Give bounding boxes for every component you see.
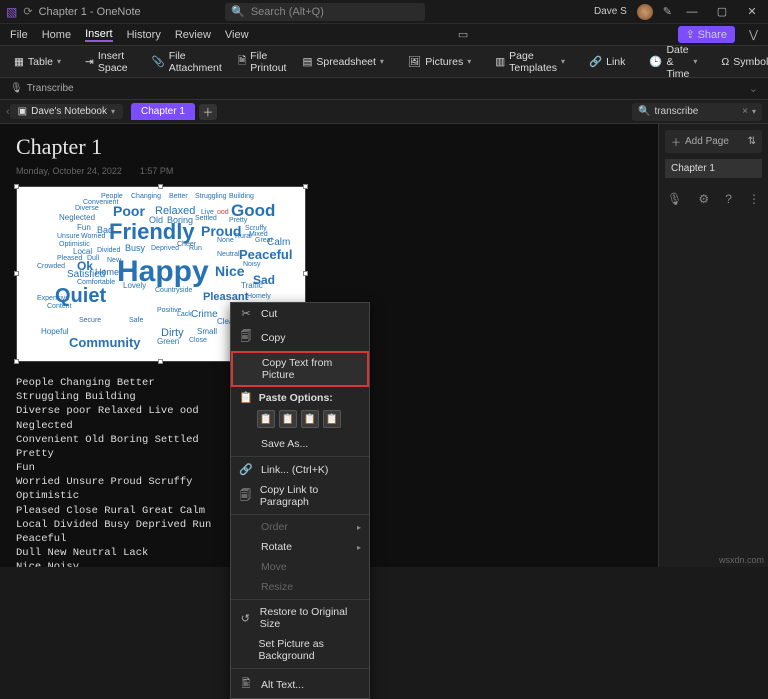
link-button[interactable]: 🔗 Link	[583, 52, 631, 71]
tabs-row: ‹ ▣ Dave's Notebook ▾ Chapter 1 ＋ 🔍 tran…	[0, 100, 768, 124]
page-date-row: Monday, October 24, 2022 1:57 PM	[16, 166, 642, 176]
add-section-button[interactable]: ＋	[199, 104, 217, 120]
expand-icon[interactable]: ⤢	[639, 8, 648, 21]
copy-icon: 🗐	[239, 328, 253, 347]
ctx-move[interactable]: Move	[231, 557, 369, 577]
sort-icon[interactable]: ⇅	[748, 136, 756, 147]
page-date: Monday, October 24, 2022	[16, 166, 122, 176]
share-icon: ⇪	[686, 29, 695, 41]
search-placeholder: Search (Alt+Q)	[251, 6, 324, 18]
gear-icon[interactable]: ⚙	[698, 192, 709, 206]
symbol-button[interactable]: Ω Symbol ▾	[715, 53, 768, 71]
panel-more-icon[interactable]: ⋮	[748, 192, 760, 206]
ctx-rotate[interactable]: Rotate▸	[231, 537, 369, 557]
ctx-resize[interactable]: Resize	[231, 577, 369, 597]
transcribe-button[interactable]: 🎙 Transcribe	[10, 83, 74, 94]
pictures-button[interactable]: 🖼 Pictures ▾	[402, 52, 477, 71]
main: Chapter 1 Monday, October 24, 2022 1:57 …	[0, 124, 768, 567]
ctx-order[interactable]: Order▸	[231, 517, 369, 537]
find-options[interactable]: ▾	[752, 107, 756, 116]
add-page-button[interactable]: ＋ Add Page ⇅	[665, 130, 762, 153]
page-time: 1:57 PM	[140, 166, 174, 176]
paste-options-row: 📋 📋 📋 📋	[231, 408, 369, 434]
page-list-panel: ＋ Add Page ⇅ Chapter 1 🎙 ⚙ ? ⋮	[658, 124, 768, 567]
alt-text-icon: 🖺	[239, 675, 253, 694]
window-title: Chapter 1 - OneNote	[39, 6, 141, 18]
search-icon: 🔍	[231, 5, 245, 18]
paste-option-3[interactable]: 📋	[301, 410, 319, 428]
ctx-alt-text[interactable]: 🖺Alt Text...	[231, 671, 369, 698]
date-time-button[interactable]: 🕒 Date & Time ▾	[643, 41, 703, 83]
ctx-paste-header: 📋Paste Options:	[231, 387, 369, 408]
context-menu: ✂Cut 🗐Copy Copy Text from Picture 📋Paste…	[230, 302, 370, 699]
paste-option-2[interactable]: 📋	[279, 410, 297, 428]
menu-history[interactable]: History	[127, 29, 161, 41]
subbar-chevron[interactable]: ⌄	[749, 82, 758, 95]
app-icon: ▧	[6, 5, 17, 19]
file-attachment-button[interactable]: 📎 File Attachment	[146, 47, 228, 77]
find-icon: 🔍	[638, 106, 650, 117]
spreadsheet-button[interactable]: ▤ Spreadsheet ▾	[296, 53, 389, 71]
minimize-button[interactable]: —	[682, 6, 702, 18]
insert-space-button[interactable]: ⇥ Insert Space	[79, 47, 134, 77]
search-box[interactable]: 🔍 Search (Alt+Q)	[225, 3, 425, 21]
ctx-set-bg[interactable]: Set Picture as Background	[231, 634, 369, 666]
restore-icon: ↺	[239, 612, 252, 625]
ctx-cut[interactable]: ✂Cut	[231, 303, 369, 324]
ctx-restore[interactable]: ↺Restore to Original Size	[231, 602, 369, 634]
paste-option-1[interactable]: 📋	[257, 410, 275, 428]
link-icon: 🔗	[239, 463, 253, 476]
mic-icon[interactable]: 🎙	[667, 192, 682, 206]
autosave-icon[interactable]: ⟳	[23, 5, 32, 18]
maximize-button[interactable]: ▢	[712, 5, 732, 18]
page-templates-button[interactable]: ▥ Page Templates ▾	[489, 47, 571, 77]
paste-icon: 📋	[239, 392, 253, 404]
pen-icon[interactable]: ✎	[663, 5, 672, 18]
page-title[interactable]: Chapter 1	[16, 134, 642, 160]
table-button[interactable]: ▦ Table ▾	[8, 53, 67, 71]
ctx-copy-text-from-picture[interactable]: Copy Text from Picture	[231, 351, 369, 387]
menu-file[interactable]: File	[10, 29, 28, 41]
menu-home[interactable]: Home	[42, 29, 71, 41]
paste-option-4[interactable]: 📋	[323, 410, 341, 428]
menu-view[interactable]: View	[225, 29, 249, 41]
titlebar: ▧ ⟳ Chapter 1 - OneNote 🔍 Search (Alt+Q)…	[0, 0, 768, 24]
clear-find-icon[interactable]: ×	[742, 106, 748, 117]
file-printout-button[interactable]: 🗎 File Printout	[232, 47, 293, 77]
notebook-selector[interactable]: ▣ Dave's Notebook ▾	[10, 104, 123, 119]
find-box[interactable]: 🔍 transcribe × ▾	[632, 103, 762, 121]
menu-insert[interactable]: Insert	[85, 28, 113, 42]
section-tab[interactable]: Chapter 1	[131, 103, 195, 120]
ribbon-toolbar: ▦ Table ▾ ⇥ Insert Space 📎 File Attachme…	[0, 46, 768, 78]
help-icon[interactable]: ?	[725, 192, 732, 206]
attribution: wsxdn.com	[719, 555, 764, 565]
page-list-item[interactable]: Chapter 1	[665, 159, 762, 178]
present-icon[interactable]: ▭	[458, 28, 468, 41]
ctx-link[interactable]: 🔗Link... (Ctrl+K)	[231, 459, 369, 480]
menu-review[interactable]: Review	[175, 29, 211, 41]
ctx-copy-link[interactable]: 🗐Copy Link to Paragraph	[231, 480, 369, 512]
copy-link-icon: 🗐	[239, 487, 252, 506]
ctx-save-as[interactable]: Save As...	[231, 434, 369, 454]
close-button[interactable]: ✕	[742, 5, 762, 18]
user-name[interactable]: Dave S	[594, 6, 627, 17]
more-icon[interactable]: ⋁	[749, 28, 758, 41]
cut-icon: ✂	[239, 307, 253, 320]
ctx-copy[interactable]: 🗐Copy	[231, 324, 369, 351]
